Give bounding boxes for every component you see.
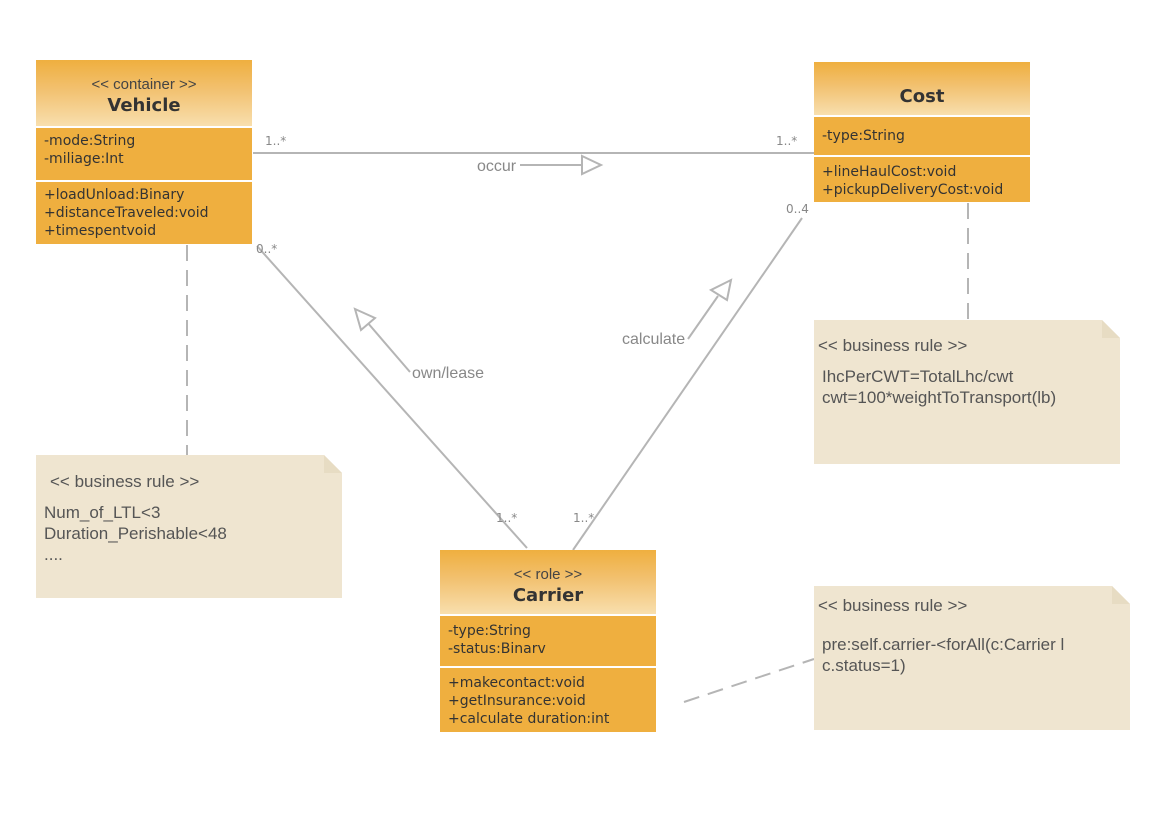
occur-target-multiplicity: 1..* [776, 134, 798, 148]
calculate-direction-shaft [687, 295, 719, 340]
occur-direction-arrow-icon [581, 154, 604, 176]
occur-label: occur [477, 158, 517, 175]
class-vehicle[interactable]: << container >> Vehicle -mode:String -mi… [36, 60, 252, 244]
note-line: c.status=1) [822, 656, 906, 675]
attribute: -mode:String [44, 133, 136, 149]
operation: +distanceTraveled:void [44, 205, 209, 221]
operation: +loadUnload:Binary [44, 187, 185, 203]
calculate-label: calculate [622, 331, 686, 348]
operation: +lineHaulCost:void [822, 164, 957, 180]
class-cost-name: Cost [899, 86, 945, 107]
note-line: Num_of_LTL<3 [44, 503, 161, 522]
own-lease-direction-shaft [366, 321, 411, 373]
note-stereotype: << business rule >> [818, 336, 968, 355]
occur-source-multiplicity: 1..* [265, 134, 287, 148]
note-fold-flap [1102, 320, 1120, 338]
calculate-direction-arrow-icon [708, 278, 733, 302]
note-fold-flap [1112, 586, 1130, 604]
class-vehicle-stereotype: << container >> [91, 76, 197, 93]
note-line: cwt=100*weightToTransport(lb) [822, 388, 1057, 407]
class-cost-operations: +lineHaulCost:void +pickupDeliveryCost:v… [814, 155, 1030, 202]
operation: +pickupDeliveryCost:void [822, 182, 1004, 198]
class-cost[interactable]: Cost -type:String +lineHaulCost:void +pi… [814, 62, 1030, 202]
note-stereotype: << business rule >> [50, 472, 200, 491]
class-cost-header: Cost [814, 62, 1030, 117]
calculate-source-multiplicity: 1..* [573, 511, 595, 525]
calculate-target-multiplicity: 0..4 [786, 202, 809, 216]
note-body: pre:self.carrier-<forAll(c:Carrier l c.s… [822, 634, 1064, 676]
note-fold-flap [324, 455, 342, 473]
class-vehicle-name: Vehicle [107, 95, 181, 116]
class-vehicle-header: << container >> Vehicle [36, 60, 252, 128]
note-body: Num_of_LTL<3 Duration_Perishable<48 .... [44, 502, 227, 565]
note-carrier-business-rule[interactable]: << business rule >> pre:self.carrier-<fo… [814, 586, 1130, 730]
class-carrier-attributes: -type:String -status:Binarv [440, 616, 656, 666]
operation: +getInsurance:void [448, 693, 586, 709]
carrier-note-anchor [683, 658, 815, 703]
own-lease-target-multiplicity: 0..* [256, 242, 278, 256]
class-carrier[interactable]: << role >> Carrier -type:String -status:… [440, 550, 656, 732]
note-line: Duration_Perishable<48 [44, 524, 227, 543]
class-cost-attributes: -type:String [814, 117, 1030, 155]
attribute: -status:Binarv [448, 641, 546, 657]
note-vehicle-business-rule[interactable]: << business rule >> Num_of_LTL<3 Duratio… [36, 455, 342, 598]
class-vehicle-operations: +loadUnload:Binary +distanceTraveled:voi… [36, 180, 252, 243]
class-carrier-header: << role >> Carrier [440, 550, 656, 616]
class-carrier-name: Carrier [512, 585, 584, 606]
own-lease-label: own/lease [412, 365, 485, 382]
own-lease-source-multiplicity: 1..* [496, 511, 518, 525]
attribute: -miliage:Int [44, 151, 124, 167]
class-carrier-stereotype: << role >> [513, 566, 583, 583]
note-stereotype: << business rule >> [818, 596, 968, 615]
note-cost-business-rule[interactable]: << business rule >> IhcPerCWT=TotalLhc/c… [814, 320, 1120, 464]
calculate-association-line[interactable] [572, 217, 803, 551]
operation: +makecontact:void [448, 675, 585, 691]
note-line: pre:self.carrier-<forAll(c:Carrier l [822, 635, 1065, 654]
note-line: IhcPerCWT=TotalLhc/cwt [822, 367, 1014, 386]
class-vehicle-attributes: -mode:String -miliage:Int [36, 128, 252, 180]
operation: +timespentvoid [44, 223, 157, 239]
attribute: -type:String [822, 128, 905, 144]
attribute: -type:String [448, 623, 531, 639]
note-line: .... [44, 545, 63, 564]
note-body: IhcPerCWT=TotalLhc/cwt cwt=100*weightToT… [822, 366, 1056, 408]
operation: +calculate duration:int [448, 711, 610, 727]
class-carrier-operations: +makecontact:void +getInsurance:void +ca… [440, 666, 656, 731]
